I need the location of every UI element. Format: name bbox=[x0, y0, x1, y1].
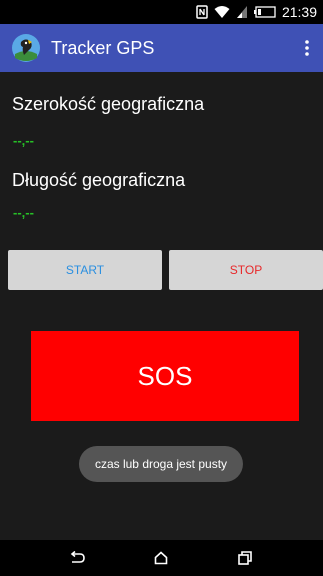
status-bar: 21:39 bbox=[0, 0, 323, 24]
start-button[interactable]: START bbox=[8, 250, 162, 290]
back-icon[interactable] bbox=[67, 548, 87, 568]
wifi-icon bbox=[214, 5, 230, 19]
longitude-value: --,-- bbox=[13, 205, 34, 220]
longitude-label: Długość geograficzna bbox=[12, 170, 186, 190]
app-title: Tracker GPS bbox=[51, 38, 155, 58]
navigation-bar bbox=[0, 540, 323, 576]
sos-button[interactable]: SOS bbox=[31, 331, 299, 421]
home-icon[interactable] bbox=[151, 548, 171, 568]
app-bar: Tracker GPS bbox=[0, 24, 323, 72]
stop-button[interactable]: STOP bbox=[169, 250, 323, 290]
signal-icon bbox=[236, 5, 248, 19]
overflow-menu-icon[interactable] bbox=[299, 36, 315, 60]
nfc-icon bbox=[196, 5, 208, 19]
battery-icon bbox=[253, 6, 276, 18]
parrot-logo-icon bbox=[12, 34, 40, 62]
recent-apps-icon[interactable] bbox=[235, 548, 255, 568]
latitude-value: --,-- bbox=[13, 133, 34, 148]
status-time: 21:39 bbox=[281, 4, 317, 20]
toast-message: czas lub droga jest pusty bbox=[78, 446, 244, 482]
latitude-label: Szerokość geograficzna bbox=[12, 94, 205, 114]
